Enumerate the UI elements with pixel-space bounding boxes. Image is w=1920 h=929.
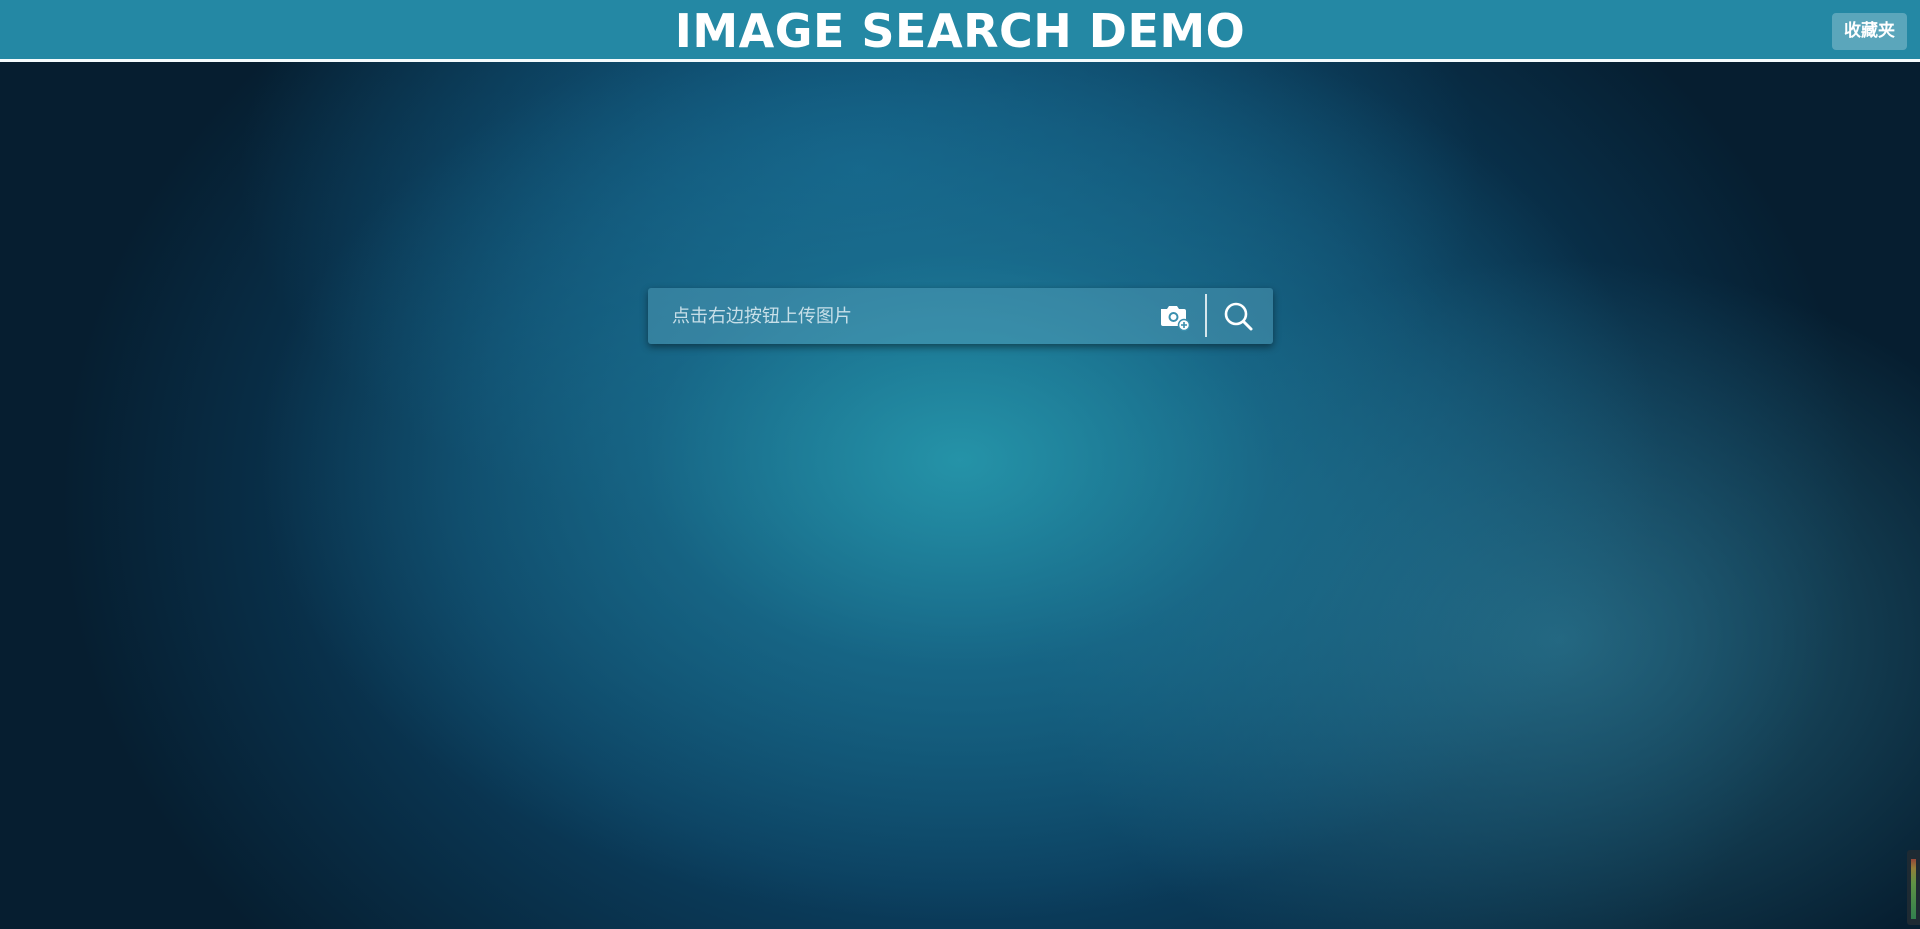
search-box: [648, 288, 1273, 344]
volume-meter-widget: [1907, 850, 1920, 925]
favorites-button[interactable]: 收藏夹: [1832, 13, 1907, 50]
search-divider: [1205, 294, 1207, 337]
camera-upload-icon[interactable]: [1158, 300, 1191, 332]
page-title: IMAGE SEARCH DEMO: [674, 4, 1246, 58]
search-icon[interactable]: [1221, 299, 1255, 333]
volume-level-bar: [1911, 859, 1916, 919]
search-input[interactable]: [648, 288, 1138, 344]
top-header: IMAGE SEARCH DEMO 收藏夹: [0, 0, 1920, 62]
